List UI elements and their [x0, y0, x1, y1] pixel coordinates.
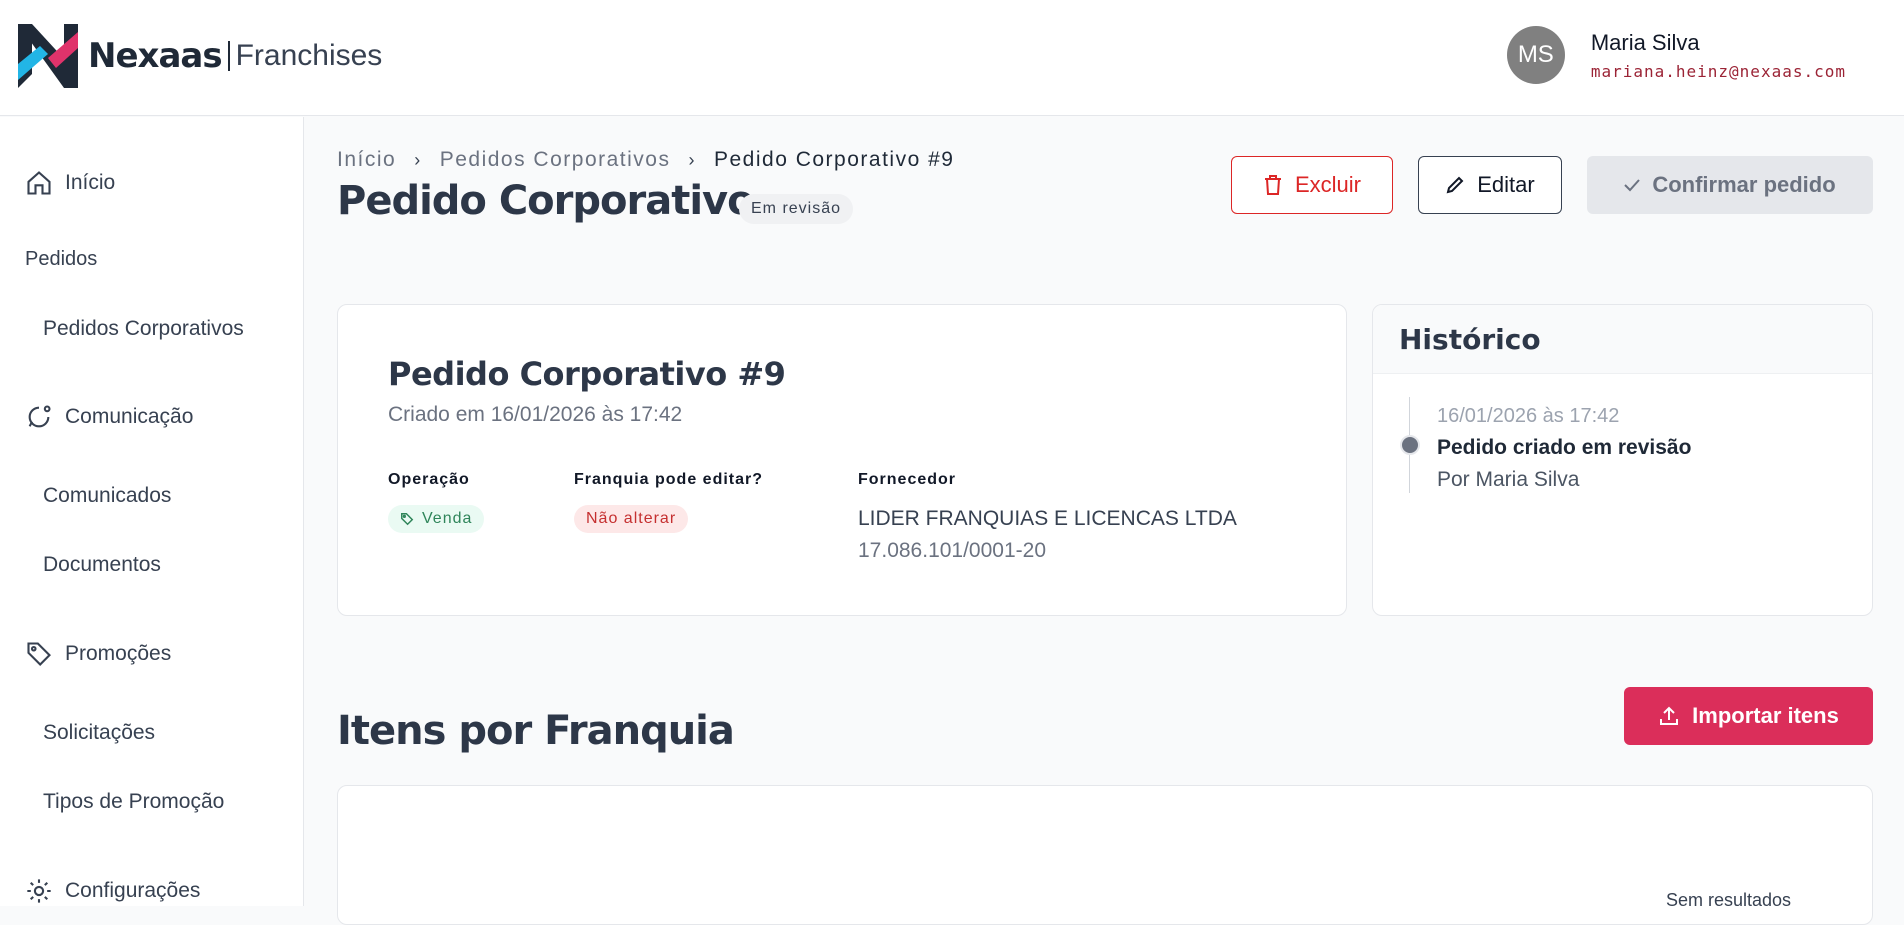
breadcrumb-inicio[interactable]: Início: [337, 148, 396, 172]
order-card: Pedido Corporativo #9 Criado em 16/01/20…: [337, 304, 1347, 616]
chevron-right-icon: ›: [414, 149, 422, 170]
trash-icon: [1264, 175, 1281, 195]
pencil-icon: [1446, 176, 1464, 194]
sidebar-item-label: Promoções: [65, 642, 172, 665]
user-menu[interactable]: MS Maria Silva mariana.heinz@nexaas.com: [1506, 26, 1846, 84]
sidebar-item-label: Comunicação: [65, 405, 194, 428]
nexaas-logo-icon: [18, 24, 78, 88]
history-author: Por Maria Silva: [1437, 468, 1580, 491]
brand-divider: [227, 41, 230, 71]
timeline-dot: [1400, 435, 1420, 455]
sidebar-item-configuracoes[interactable]: Configurações: [25, 877, 200, 905]
confirm-label: Confirmar pedido: [1652, 172, 1836, 197]
can-edit-tag: Não alterar: [574, 505, 689, 533]
edit-label: Editar: [1477, 172, 1535, 197]
delete-button[interactable]: Excluir: [1231, 156, 1393, 214]
sidebar-item-label: Configurações: [65, 879, 201, 902]
edit-button[interactable]: Editar: [1418, 156, 1562, 214]
page-title: Pedido Corporativo: [337, 178, 755, 224]
tag-icon: [27, 642, 51, 666]
top-bar: Nexaas Franchises MS Maria Silva mariana…: [0, 0, 1904, 116]
operation-value: Venda: [422, 510, 473, 527]
history-event: Pedido criado em revisão: [1437, 436, 1692, 459]
operation-label: Operação: [388, 471, 470, 488]
sidebar-item-solicitacoes[interactable]: Solicitações: [43, 721, 155, 745]
operation-tag: Venda: [388, 505, 485, 533]
gear-icon: [27, 879, 51, 903]
sidebar-item-tipos-promocao[interactable]: Tipos de Promoção: [43, 790, 224, 814]
history-card: Histórico 16/01/2026 às 17:42 Pedido cri…: [1372, 304, 1873, 616]
status-badge: Em revisão: [739, 194, 854, 224]
supplier-label: Fornecedor: [858, 471, 957, 488]
brand-sub: Franchises: [235, 39, 383, 72]
logo[interactable]: Nexaas Franchises: [18, 24, 382, 88]
sidebar-item-pedidos-corporativos[interactable]: Pedidos Corporativos: [43, 317, 244, 341]
user-name: Maria Silva: [1590, 29, 1700, 55]
upload-icon: [1660, 706, 1679, 725]
order-created: Criado em 16/01/2026 às 17:42: [388, 403, 683, 426]
order-title: Pedido Corporativo #9: [388, 355, 786, 393]
sidebar-item-inicio[interactable]: Início: [25, 169, 115, 197]
sidebar-item-comunicacao[interactable]: Comunicação: [25, 403, 193, 431]
chevron-right-icon: ›: [688, 149, 696, 170]
items-section-title: Itens por Franquia: [337, 708, 735, 754]
import-items-button[interactable]: Importar itens: [1624, 687, 1873, 745]
check-icon: [1624, 179, 1641, 192]
supplier-name: LIDER FRANQUIAS E LICENCAS LTDA: [858, 507, 1237, 530]
sidebar-item-label: Início: [65, 171, 116, 194]
supplier-cnpj: 17.086.101/0001-20: [858, 539, 1047, 562]
home-icon: [27, 171, 51, 195]
sidebar-item-comunicados[interactable]: Comunicados: [43, 484, 171, 508]
can-edit-label: Franquia pode editar?: [574, 471, 764, 488]
chat-icon: [28, 405, 51, 428]
avatar[interactable]: MS: [1506, 26, 1565, 84]
delete-label: Excluir: [1294, 172, 1361, 197]
history-date: 16/01/2026 às 17:42: [1437, 405, 1620, 427]
sidebar-heading-pedidos: Pedidos: [25, 248, 98, 270]
tag-icon: [401, 513, 414, 526]
breadcrumb: Início › Pedidos Corporativos › Pedido C…: [337, 148, 954, 172]
confirm-order-button[interactable]: Confirmar pedido: [1587, 156, 1873, 214]
brand-name: Nexaas: [88, 36, 223, 76]
breadcrumb-current: Pedido Corporativo #9: [713, 148, 955, 171]
sidebar-item-documentos[interactable]: Documentos: [43, 553, 161, 577]
breadcrumb-pedidos-corporativos[interactable]: Pedidos Corporativos: [440, 148, 671, 172]
empty-state-text: Sem resultados: [1666, 890, 1792, 910]
sidebar: Início Pedidos Pedidos Corporativos Comu…: [0, 117, 304, 906]
user-email: mariana.heinz@nexaas.com: [1590, 61, 1846, 81]
import-items-label: Importar itens: [1692, 703, 1839, 728]
items-table-card: [337, 785, 1873, 925]
history-header: Histórico: [1373, 305, 1872, 374]
history-title: Histórico: [1399, 323, 1541, 356]
sidebar-item-promocoes[interactable]: Promoções: [25, 640, 171, 668]
